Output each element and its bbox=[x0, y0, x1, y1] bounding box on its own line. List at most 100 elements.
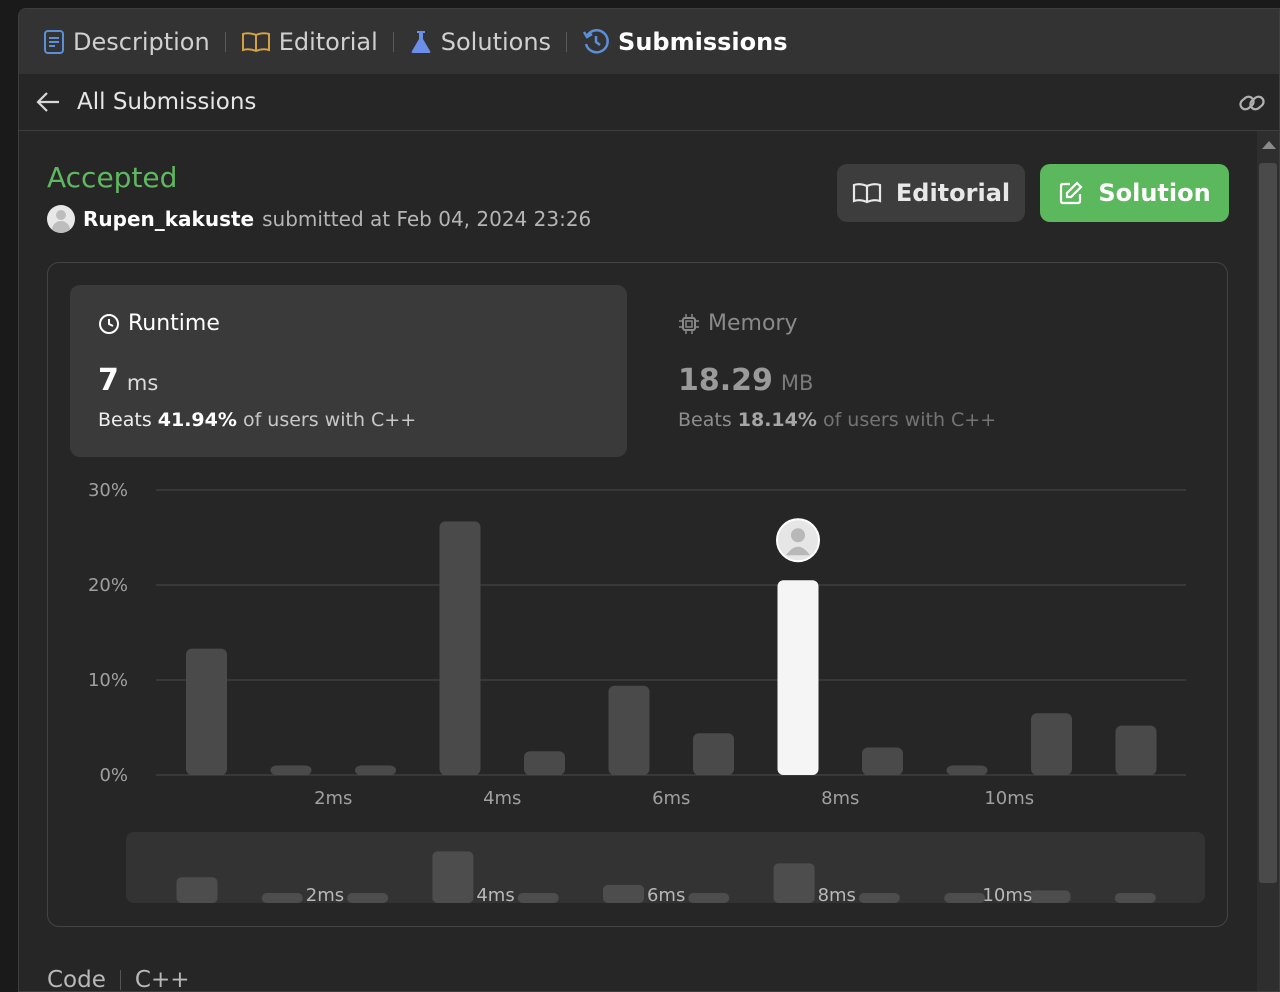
runtime-beats-suffix: of users with C++ bbox=[242, 409, 417, 431]
navigator-bar bbox=[603, 884, 644, 903]
link-icon bbox=[1239, 95, 1265, 111]
solution-button[interactable]: Solution bbox=[1040, 164, 1229, 222]
bar bbox=[355, 765, 396, 775]
bar bbox=[946, 765, 988, 775]
runtime-beats-percent: 41.94% bbox=[157, 409, 237, 431]
navigator-bar bbox=[517, 893, 559, 903]
bar bbox=[1031, 713, 1072, 775]
runtime-title-label: Runtime bbox=[128, 311, 220, 336]
memory-value: 18.29 MB bbox=[678, 363, 813, 398]
performance-panel: Runtime 7 ms Beats 41.94% of users with C… bbox=[47, 262, 1228, 927]
code-language: C++ bbox=[134, 967, 190, 992]
scrollbar-thumb[interactable] bbox=[1259, 163, 1277, 883]
tab-submissions-label: Submissions bbox=[618, 27, 788, 56]
description-icon bbox=[44, 29, 64, 54]
runtime-card[interactable]: Runtime 7 ms Beats 41.94% of users with C… bbox=[70, 285, 627, 457]
y-tick-label: 0% bbox=[99, 765, 128, 786]
history-icon bbox=[582, 28, 609, 53]
memory-beats-prefix: Beats bbox=[678, 409, 732, 431]
navigator-tick-label: 6ms bbox=[647, 885, 685, 906]
tab-editorial[interactable]: Editorial bbox=[241, 9, 378, 74]
bar-highlight bbox=[777, 580, 819, 775]
username[interactable]: Rupen_kakuste bbox=[83, 207, 254, 231]
navigator-tick-label: 4ms bbox=[476, 885, 514, 906]
clock-icon bbox=[99, 313, 119, 334]
navigator-bar bbox=[1114, 892, 1156, 903]
tab-description[interactable]: Description bbox=[43, 9, 210, 74]
memory-number: 18.29 bbox=[678, 363, 773, 398]
bar bbox=[608, 685, 650, 775]
runtime-title: Runtime bbox=[98, 311, 220, 336]
book-icon bbox=[241, 31, 270, 52]
solution-button-label: Solution bbox=[1098, 179, 1211, 207]
tab-submissions[interactable]: Submissions bbox=[582, 9, 788, 74]
bar bbox=[439, 521, 481, 775]
y-tick-label: 10% bbox=[88, 670, 128, 691]
bar bbox=[862, 747, 903, 775]
tab-divider bbox=[566, 31, 568, 52]
memory-unit: MB bbox=[780, 371, 814, 395]
runtime-distribution-chart: 30% 20% 10% 0% 2ms 4ms 6ms 8ms 10ms 2ms 4ms 6ms 8ms 1… bbox=[88, 480, 1205, 906]
bar bbox=[270, 765, 312, 775]
submission-panel: Description Editorial Solutions Submissi… bbox=[18, 8, 1280, 992]
runtime-value: 7 ms bbox=[98, 363, 158, 398]
x-tick-label: 4ms bbox=[483, 788, 521, 809]
memory-card[interactable]: Memory 18.29 MB Beats 18.14% of users wit… bbox=[650, 285, 1207, 457]
runtime-beats-prefix: Beats bbox=[98, 409, 152, 431]
x-tick-label: 8ms bbox=[821, 788, 859, 809]
sub-header: All Submissions bbox=[19, 74, 1279, 131]
runtime-unit: ms bbox=[126, 371, 159, 395]
navigator-tick-label: 10ms bbox=[982, 885, 1032, 906]
navigator-bar bbox=[1029, 890, 1071, 903]
memory-beats-suffix: of users with C++ bbox=[822, 409, 997, 431]
tab-bar: Description Editorial Solutions Submissi… bbox=[19, 9, 1279, 74]
bar bbox=[524, 751, 565, 775]
book-icon bbox=[852, 183, 881, 204]
share-link-button[interactable] bbox=[1237, 88, 1267, 122]
tab-divider bbox=[224, 31, 226, 52]
navigator-bar bbox=[347, 893, 389, 903]
navigator-bar bbox=[261, 893, 303, 903]
memory-title: Memory bbox=[678, 311, 797, 336]
flask-icon bbox=[411, 30, 431, 53]
tab-solutions-label: Solutions bbox=[440, 27, 552, 56]
tab-solutions[interactable]: Solutions bbox=[409, 9, 551, 74]
chip-icon bbox=[679, 313, 699, 334]
navigator-bar bbox=[176, 877, 218, 903]
navigator-bar bbox=[773, 863, 815, 903]
scrollbar[interactable] bbox=[1257, 131, 1279, 991]
editorial-button-label: Editorial bbox=[895, 179, 1011, 207]
navigator-bar bbox=[688, 893, 730, 903]
avatar[interactable] bbox=[47, 205, 75, 233]
code-divider bbox=[119, 970, 121, 990]
editorial-button[interactable]: Editorial bbox=[837, 164, 1025, 222]
navigator-tick-label: 2ms bbox=[306, 885, 344, 906]
memory-beats-percent: 18.14% bbox=[737, 409, 817, 431]
runtime-number: 7 bbox=[98, 363, 119, 398]
arrow-left-icon bbox=[36, 92, 59, 112]
edit-icon bbox=[1060, 181, 1083, 205]
code-label: Code bbox=[47, 967, 106, 992]
tab-editorial-label: Editorial bbox=[278, 27, 378, 56]
navigator-tick-label: 8ms bbox=[818, 885, 856, 906]
x-tick-label: 6ms bbox=[652, 788, 690, 809]
runtime-beats: Beats 41.94% of users with C++ bbox=[98, 409, 416, 431]
y-tick-label: 20% bbox=[88, 575, 128, 596]
submission-status: Accepted bbox=[47, 161, 178, 194]
navigator-bar bbox=[432, 851, 474, 903]
bar bbox=[186, 648, 227, 775]
all-submissions-label: All Submissions bbox=[77, 89, 257, 115]
submitted-time: submitted at Feb 04, 2024 23:26 bbox=[262, 207, 592, 231]
scroll-up-arrow-icon[interactable] bbox=[1262, 141, 1276, 149]
x-tick-label: 10ms bbox=[984, 788, 1034, 809]
tab-divider bbox=[392, 31, 394, 52]
bar bbox=[1115, 725, 1157, 775]
all-submissions-back-link[interactable]: All Submissions bbox=[35, 89, 256, 115]
bar bbox=[693, 733, 734, 775]
tab-description-label: Description bbox=[73, 27, 210, 56]
navigator-bar bbox=[858, 893, 900, 903]
navigator-bar bbox=[944, 893, 986, 903]
memory-beats: Beats 18.14% of users with C++ bbox=[678, 409, 996, 431]
avatar-head-icon bbox=[791, 528, 805, 543]
submission-meta: Rupen_kakuste submitted at Feb 04, 2024 … bbox=[47, 205, 591, 233]
